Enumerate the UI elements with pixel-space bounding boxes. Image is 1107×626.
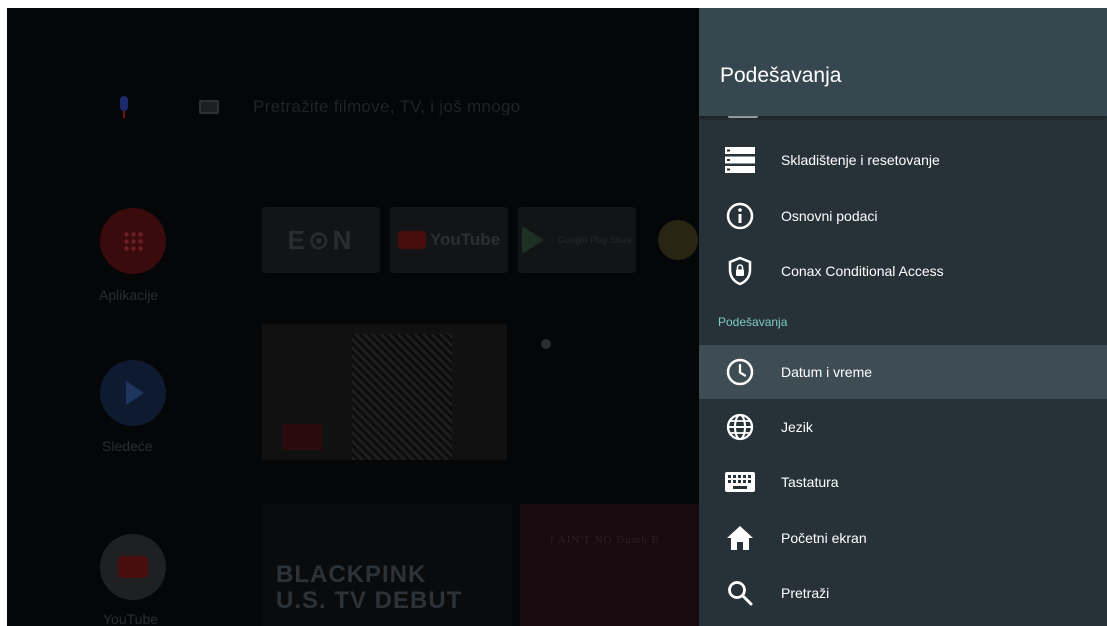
settings-item-search[interactable]: Pretraži	[699, 566, 1107, 620]
video-card-secondary-text: I AIN'T NO Dumb B	[550, 534, 660, 546]
app-tile-eon[interactable]: E⊙N	[262, 207, 380, 273]
tv-screen: Pretražite filmove, TV, i još mnogo E⊙N …	[7, 8, 1107, 626]
play-next-label: Sledeće	[102, 438, 153, 454]
settings-item-storage-reset[interactable]: Skladištenje i resetovanje	[699, 133, 1107, 187]
settings-panel: Podešavanja Skladištenje i resetovanje O…	[699, 8, 1107, 626]
app-tile-google-play[interactable]: Google Play Store	[518, 207, 636, 273]
search-placeholder[interactable]: Pretražite filmove, TV, i još mnogo	[253, 97, 521, 117]
search-row: Pretražite filmove, TV, i još mnogo	[119, 92, 521, 122]
google-play-label: Google Play Store	[558, 235, 632, 245]
indicator-dot	[541, 339, 551, 349]
settings-item-conax[interactable]: Conax Conditional Access	[699, 244, 1107, 298]
youtube-logo-icon	[397, 231, 426, 249]
settings-item-label: Osnovni podaci	[781, 208, 878, 224]
apps-icon[interactable]	[100, 208, 166, 274]
home-screen-dimmed: Pretražite filmove, TV, i još mnogo E⊙N …	[7, 8, 700, 626]
app-tile-youtube[interactable]: YouTube	[390, 207, 508, 273]
youtube-logo-text: YouTube	[429, 230, 501, 249]
settings-item-home-screen[interactable]: Početni ekran	[699, 511, 1107, 565]
settings-title: Podešavanja	[720, 64, 842, 87]
settings-item-label: Skladištenje i resetovanje	[781, 152, 940, 168]
play-next-icon[interactable]	[100, 360, 166, 426]
settings-item-label: Tastatura	[781, 474, 839, 490]
featured-video-thumbnail[interactable]	[262, 324, 507, 460]
settings-item-label: Početni ekran	[781, 530, 867, 546]
google-play-icon	[522, 226, 545, 254]
video-card-title: BLACKPINK U.S. TV DEBUT	[276, 561, 463, 614]
settings-item-about[interactable]: Osnovni podaci	[699, 189, 1107, 243]
youtube-channel-icon[interactable]	[100, 534, 166, 600]
search-icon	[723, 576, 757, 610]
eon-logo: E⊙N	[287, 224, 355, 255]
clock-icon	[723, 355, 757, 389]
shield-lock-icon	[723, 254, 757, 288]
youtube-channel-label: YouTube	[103, 611, 159, 626]
info-icon	[723, 199, 757, 233]
video-card-blackpink[interactable]: BLACKPINK U.S. TV DEBUT	[262, 504, 512, 626]
settings-item-language[interactable]: Jezik	[699, 400, 1107, 454]
microphone-icon[interactable]	[119, 96, 129, 118]
keyboard-icon[interactable]	[199, 100, 219, 114]
keyboard-icon	[723, 465, 757, 499]
globe-icon	[723, 410, 757, 444]
storage-icon	[723, 143, 757, 177]
settings-item-date-time[interactable]: Datum i vreme	[699, 345, 1107, 399]
settings-header: Podešavanja	[699, 8, 1107, 116]
settings-item-label: Conax Conditional Access	[781, 263, 944, 279]
settings-item-label: Pretraži	[781, 585, 830, 601]
app-tile-round[interactable]	[658, 220, 698, 260]
settings-item-keyboard[interactable]: Tastatura	[699, 455, 1107, 509]
section-header-preferences: Podešavanja	[718, 315, 788, 329]
home-icon	[723, 521, 757, 555]
settings-item-label: Jezik	[781, 419, 813, 435]
settings-item-label: Datum i vreme	[781, 364, 873, 380]
apps-label: Aplikacije	[99, 287, 159, 303]
video-card-secondary[interactable]: I AIN'T NO Dumb B	[520, 504, 700, 626]
favorite-apps-row: E⊙N YouTube Google Play Store	[262, 207, 636, 273]
